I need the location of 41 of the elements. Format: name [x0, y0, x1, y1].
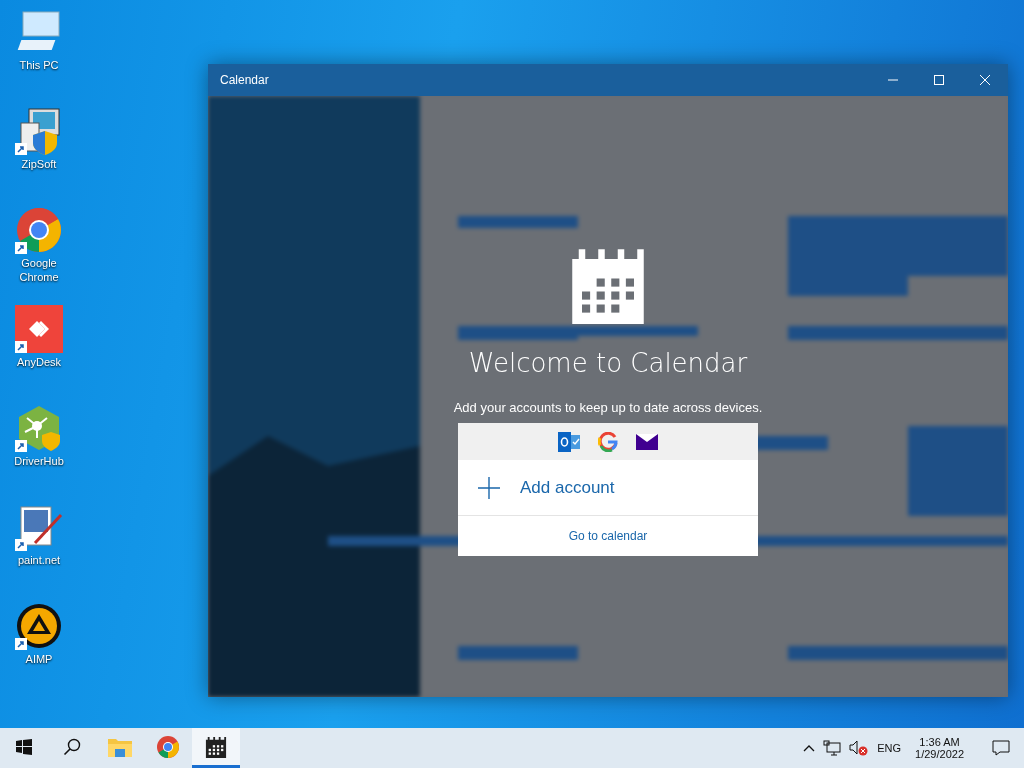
desktop-icon-label[interactable]: paint.net [9, 553, 69, 567]
shortcut-arrow-icon [15, 440, 27, 452]
desktop-icon-label[interactable]: AnyDesk [9, 355, 69, 369]
calendar-icon [569, 246, 647, 324]
outlook-icon [558, 431, 580, 452]
desktop-icon-label[interactable]: This PC [9, 58, 69, 72]
mail-icon [636, 433, 658, 450]
desktop-icon-label[interactable]: DriverHub [9, 454, 69, 468]
go-to-calendar-link[interactable]: Go to calendar [458, 516, 758, 556]
network-icon[interactable] [823, 740, 842, 756]
taskbar-button[interactable] [192, 728, 240, 768]
anydesk-icon [15, 305, 63, 353]
calendar-icon [205, 735, 227, 758]
clock[interactable]: 1:36 AM 1/29/2022 [909, 736, 970, 760]
aimp-icon [15, 602, 63, 650]
shortcut-arrow-icon [15, 341, 27, 353]
shortcut-arrow-icon [15, 242, 27, 254]
shortcut-arrow-icon [15, 539, 27, 551]
muted-speaker-icon[interactable] [849, 740, 870, 756]
welcome-subtitle: Add your accounts to keep up to date across devices. [453, 400, 763, 415]
window-title: Calendar [219, 73, 270, 87]
shortcut-arrow-icon [15, 143, 27, 155]
clock-date: 1/29/2022 [915, 748, 964, 760]
desktop-icon-label[interactable]: ZipSoft [9, 157, 69, 171]
shortcut-arrow-icon [15, 638, 27, 650]
folder-icon [108, 736, 132, 757]
desktop-icon-label[interactable]: AIMP [9, 652, 69, 666]
chevron-up-icon[interactable] [803, 744, 816, 752]
search-icon [63, 737, 81, 756]
welcome-title: Welcome to Calendar [468, 348, 748, 378]
windows-icon [16, 738, 32, 755]
desktop-icon-label[interactable]: Google Chrome [9, 256, 69, 284]
plus-icon [478, 476, 500, 499]
chrome-icon [15, 206, 63, 254]
language-indicator[interactable]: ENG [877, 742, 902, 754]
speech-bubble-icon [992, 740, 1010, 756]
clock-time: 1:36 AM [919, 736, 960, 748]
chrome-icon [156, 734, 180, 759]
google-icon [598, 431, 618, 452]
maximize-icon [934, 75, 944, 85]
close-icon [980, 75, 990, 85]
